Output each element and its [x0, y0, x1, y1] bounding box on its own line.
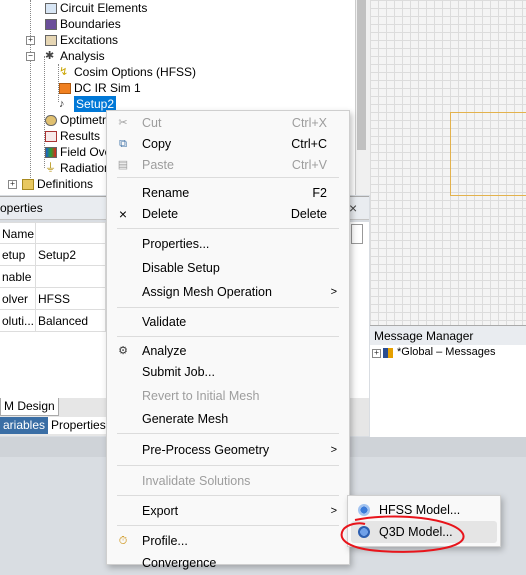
tab-variables[interactable]: ariables [0, 417, 49, 434]
design-tab[interactable]: M Design [0, 398, 59, 416]
properties-title: operties [0, 201, 43, 215]
column-header-extra[interactable] [351, 224, 363, 244]
menu-item-delete[interactable]: × Delete Delete [107, 202, 349, 226]
cosim-options-icon: ↯ [59, 65, 69, 78]
menu-separator [117, 433, 339, 434]
tree-item-cosim-options[interactable]: ↯ Cosim Options (HFSS) [59, 64, 196, 80]
property-value[interactable]: Balanced [36, 310, 106, 332]
expand-toggle[interactable]: + [26, 36, 35, 45]
menu-separator [117, 525, 339, 526]
tree-item-excitations[interactable]: Excitations [45, 32, 118, 48]
menu-separator [117, 307, 339, 308]
property-grid-edge [348, 244, 369, 332]
menu-item-properties[interactable]: Properties... [107, 232, 349, 256]
tree-item-results[interactable]: Results [45, 128, 100, 144]
scissors-icon: ✂ [118, 117, 128, 129]
menu-item-revert-to-initial-mesh[interactable]: Revert to Initial Mesh [107, 384, 349, 408]
menu-item-disable-setup[interactable]: Disable Setup [107, 256, 349, 280]
property-name: oluti... [0, 310, 36, 332]
column-header-value[interactable] [36, 222, 106, 244]
field-overlays-icon [45, 146, 57, 158]
copy-icon: ⧉ [119, 138, 127, 150]
message-manager-title: Message Manager [374, 329, 474, 343]
expand-toggle[interactable]: + [8, 180, 17, 189]
menu-item-profile[interactable]: ⏱ Profile... [107, 529, 349, 553]
menu-item-validate[interactable]: Validate [107, 310, 349, 334]
delete-x-icon: × [118, 206, 128, 222]
message-manager-panel: + *Global – Messages [370, 345, 526, 437]
radiation-icon: ⏚ [45, 161, 56, 174]
menu-item-paste[interactable]: ▤ Paste Ctrl+V [107, 153, 349, 177]
tree-item-analysis[interactable]: ✱ Analysis [45, 48, 105, 64]
property-name: etup [0, 244, 36, 266]
property-value[interactable]: Setup2 [36, 244, 106, 266]
tree-guide-line [30, 0, 31, 186]
menu-separator [117, 177, 339, 178]
optimetrics-icon [45, 114, 57, 126]
chevron-right-icon: > [330, 444, 337, 456]
context-menu: ✂ Cut Ctrl+X ⧉ Copy Ctrl+C ▤ Paste Ctrl+… [106, 110, 350, 570]
tree-item-optimetrics[interactable]: Optimetric [45, 112, 115, 128]
menu-separator [117, 336, 339, 337]
setup-icon: ♪ [59, 97, 65, 110]
menu-item-generate-mesh[interactable]: Generate Mesh [107, 407, 349, 431]
excitations-icon [45, 34, 57, 46]
model-outline [450, 112, 526, 196]
tree-item-boundaries[interactable]: Boundaries [45, 16, 121, 32]
red-annotation-circle [340, 515, 465, 553]
messages-icon [383, 348, 393, 358]
menu-item-assign-mesh-operation[interactable]: Assign Mesh Operation > [107, 280, 349, 304]
property-name: nable [0, 266, 36, 288]
folder-icon [22, 178, 34, 190]
scrollbar-thumb[interactable] [357, 0, 366, 150]
menu-item-submit-job[interactable]: Submit Job... [107, 360, 349, 384]
property-value[interactable]: HFSS [36, 288, 106, 310]
property-value[interactable] [36, 266, 106, 288]
profile-icon: ⏱ [118, 535, 128, 547]
analysis-icon: ✱ [45, 49, 55, 62]
circuit-elements-icon [45, 2, 57, 14]
property-name: olver [0, 288, 36, 310]
tree-item-circuit-elements[interactable]: Circuit Elements [45, 0, 147, 16]
menu-item-convergence[interactable]: Convergence [107, 551, 349, 575]
tree-item-dc-ir-sim[interactable]: DC IR Sim 1 [59, 80, 141, 96]
global-messages-item[interactable]: *Global – Messages [397, 346, 495, 358]
column-header-name[interactable]: Name [0, 222, 36, 244]
tree-item-definitions[interactable]: Definitions [22, 176, 93, 192]
menu-separator [117, 465, 339, 466]
collapse-toggle[interactable]: − [26, 52, 35, 61]
tab-properties[interactable]: Properties [48, 417, 109, 434]
results-icon [45, 130, 57, 142]
dc-ir-sim-icon [59, 82, 71, 94]
menu-separator [117, 495, 339, 496]
message-manager-header: Message Manager [370, 325, 526, 346]
chevron-right-icon: > [330, 286, 337, 298]
menu-item-pre-process-geometry[interactable]: Pre-Process Geometry > [107, 438, 349, 462]
close-icon[interactable]: × [349, 197, 357, 219]
boundaries-icon [45, 18, 57, 30]
expand-toggle[interactable]: + [372, 349, 381, 358]
analyze-icon: ⚙ [118, 345, 128, 357]
tree-item-radiation[interactable]: ⏚ Radiation [45, 160, 111, 176]
menu-separator [117, 228, 339, 229]
menu-item-export[interactable]: Export > [107, 499, 349, 523]
paste-icon: ▤ [117, 159, 129, 171]
menu-item-invalidate-solutions[interactable]: Invalidate Solutions [107, 469, 349, 493]
